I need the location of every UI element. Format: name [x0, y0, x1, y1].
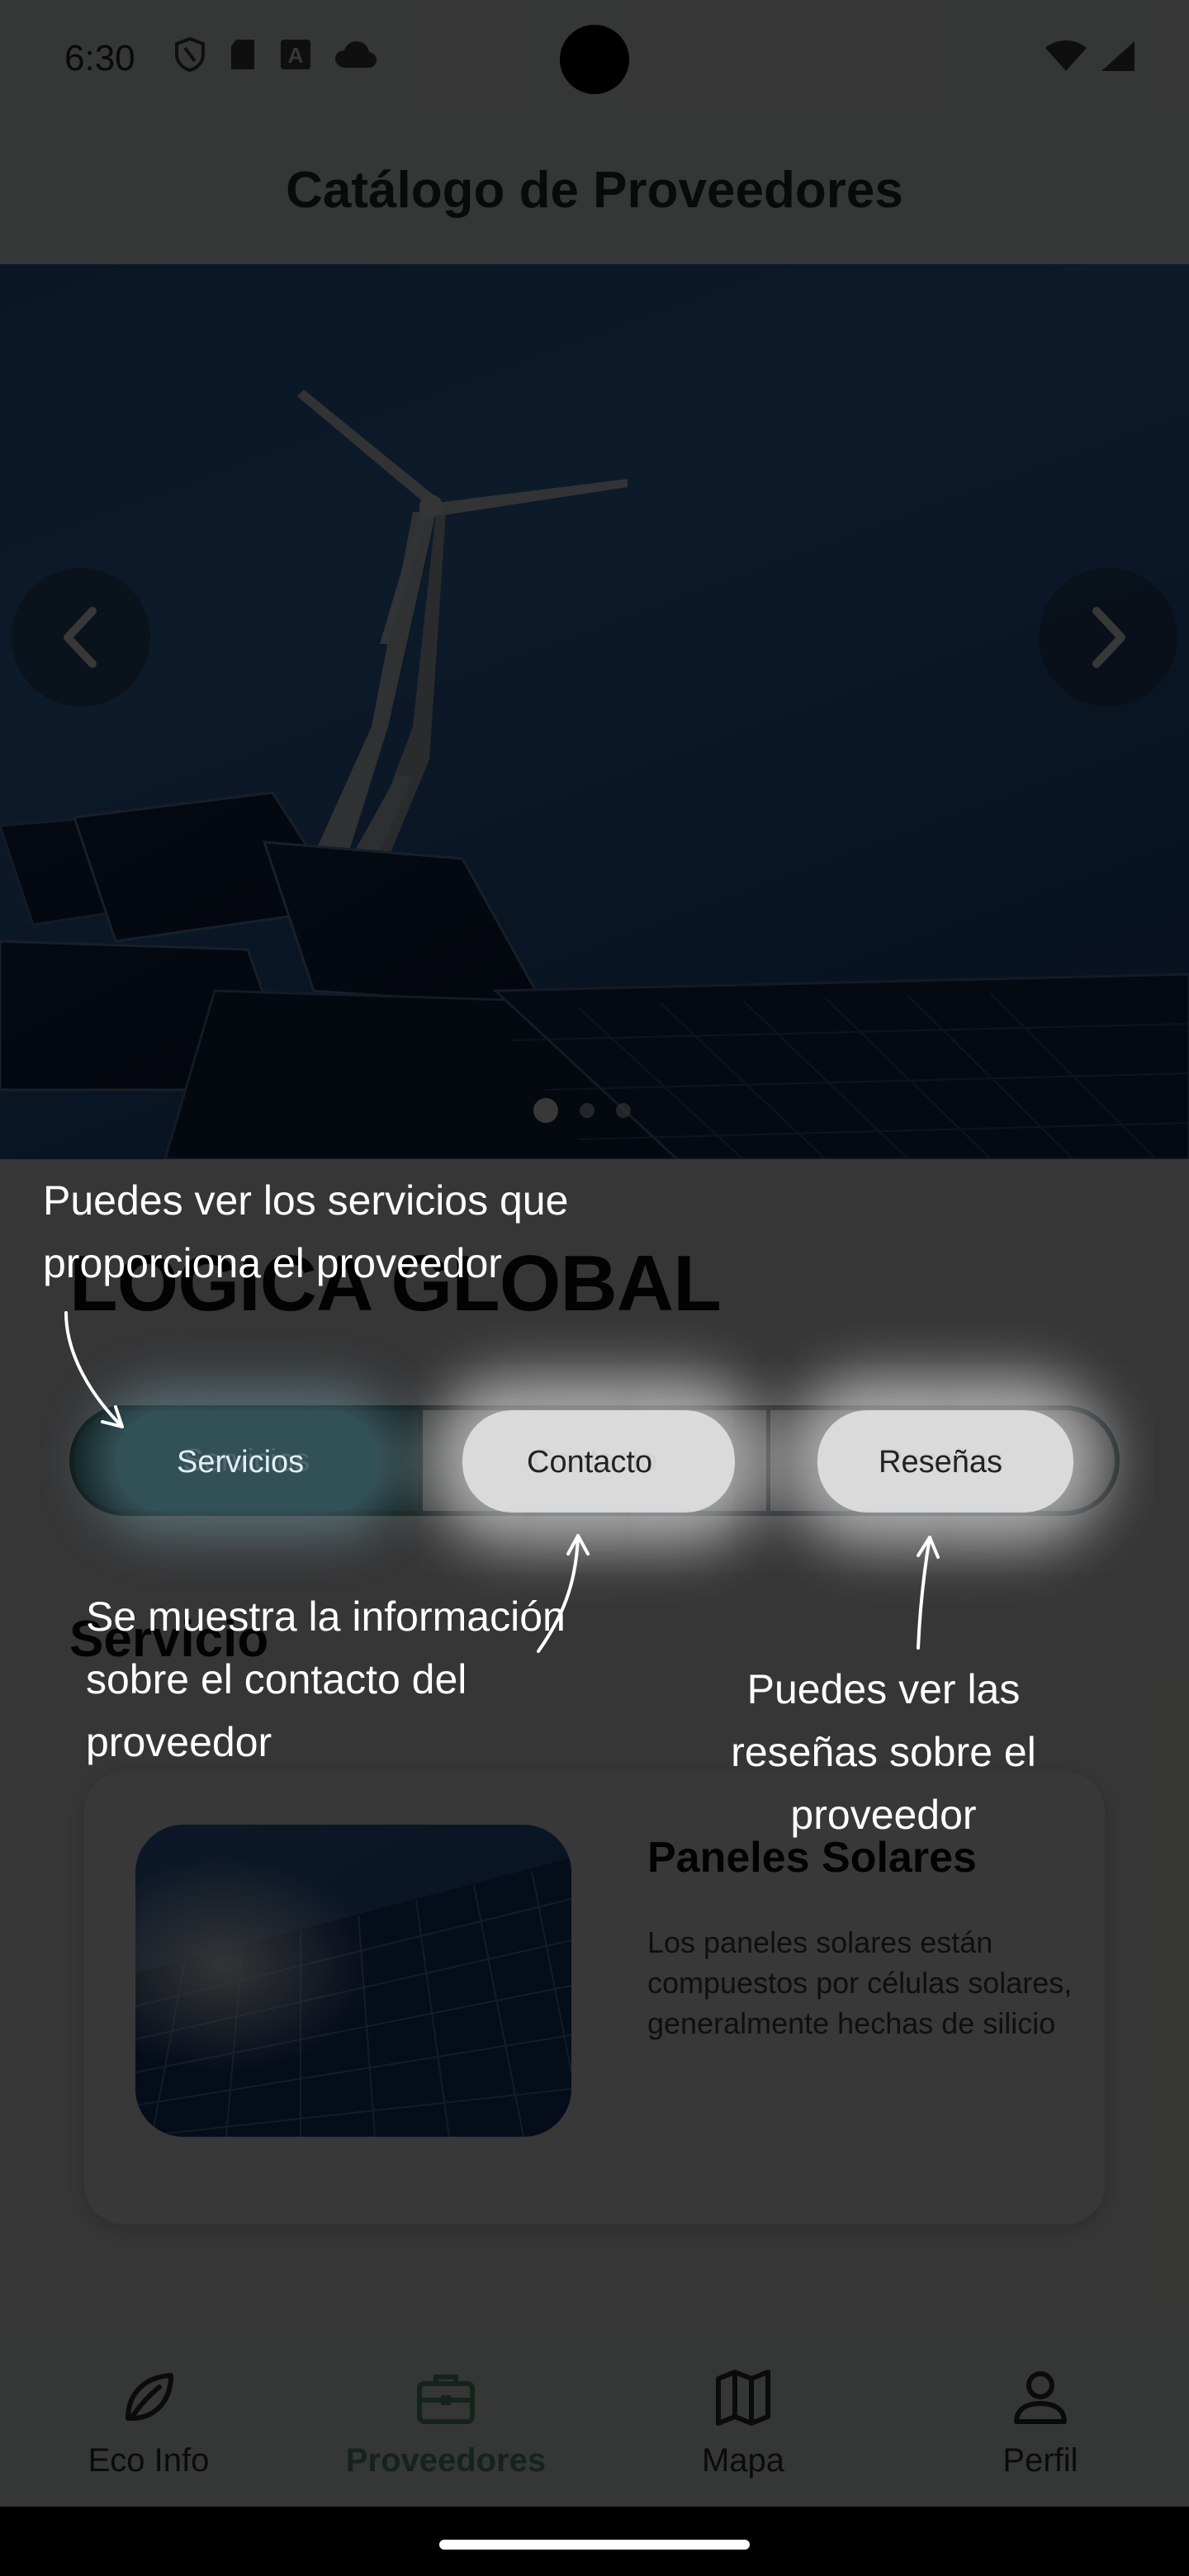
- arrow-to-contacto: [537, 1534, 580, 1653]
- tutorial-arrows: [64, 1311, 940, 1653]
- arrow-to-servicios: [64, 1311, 124, 1428]
- home-indicator[interactable]: [439, 2540, 750, 2550]
- app-screen: 6:30 A Catálogo de Proveedores LOGICA GL…: [0, 0, 1189, 2507]
